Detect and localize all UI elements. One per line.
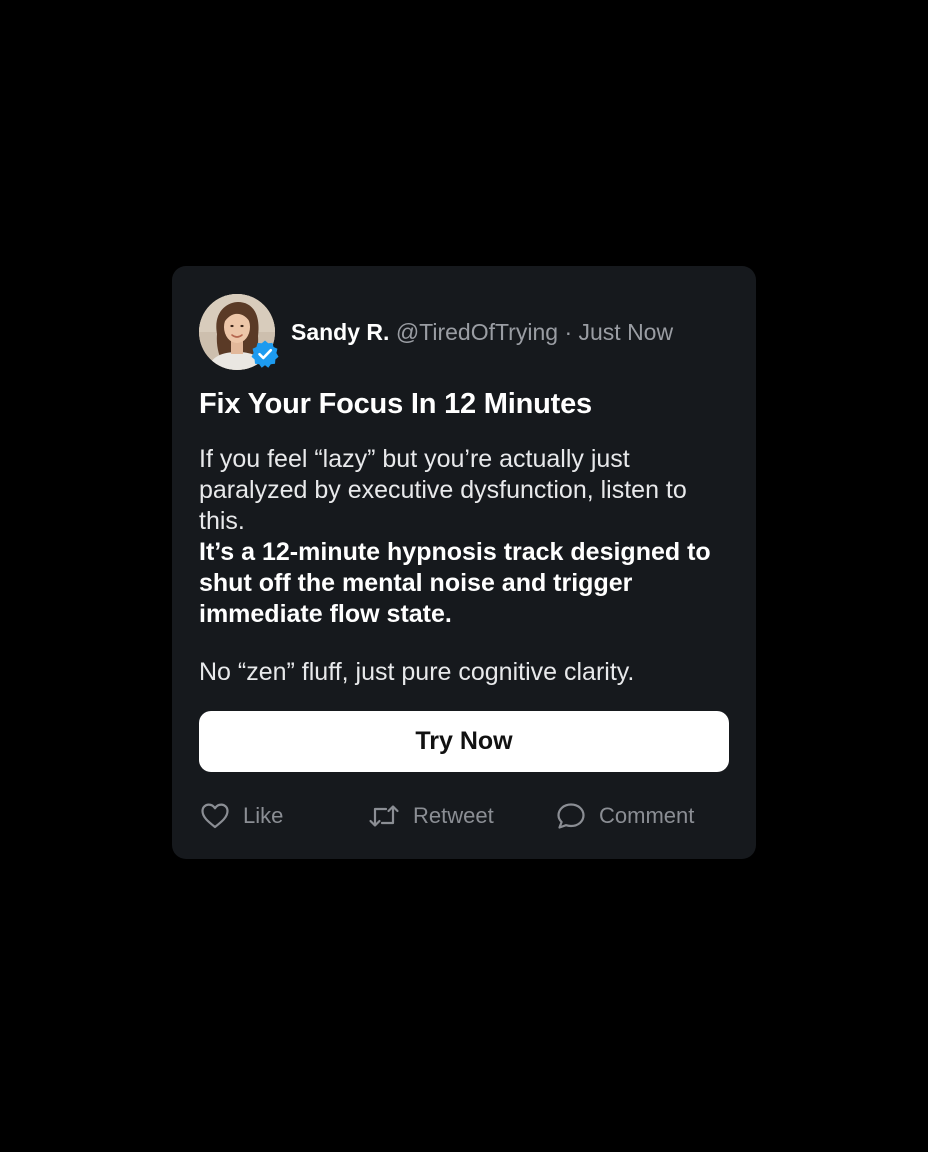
author-meta: Sandy R. @TiredOfTrying · Just Now [291,318,674,345]
try-now-button[interactable]: Try Now [199,711,729,772]
post-body-closing: No “zen” fluff, just pure cognitive clar… [199,658,635,686]
retweet-icon [369,805,399,827]
meta-separator: · [564,318,573,345]
post-body-highlight: It’s a 12-minute hypnosis track designed… [199,538,711,628]
comment-label: Comment [599,803,695,828]
like-button[interactable]: Like [199,796,283,836]
comment-icon [557,803,585,829]
post-timestamp: Just Now [578,318,674,345]
post-body-intro: If you feel “lazy” but you’re actually j… [199,445,687,535]
retweet-button[interactable]: Retweet [367,796,494,836]
author-handle[interactable]: @TiredOfTrying [396,319,558,345]
post-actions-bar: Like Retweet Comment [199,796,729,836]
post-body: If you feel “lazy” but you’re actually j… [199,444,734,688]
comment-button[interactable]: Comment [555,796,694,836]
post-header: Sandy R. @TiredOfTrying · Just Now [199,294,673,370]
retweet-label: Retweet [413,803,494,828]
heart-icon [201,803,229,829]
avatar-container [199,294,279,370]
author-name[interactable]: Sandy R. [291,319,389,345]
like-label: Like [243,803,284,828]
verified-badge-icon [251,340,279,368]
post-card: Sandy R. @TiredOfTrying · Just Now Fix Y… [172,266,756,859]
post-title: Fix Your Focus In 12 Minutes [199,388,592,420]
